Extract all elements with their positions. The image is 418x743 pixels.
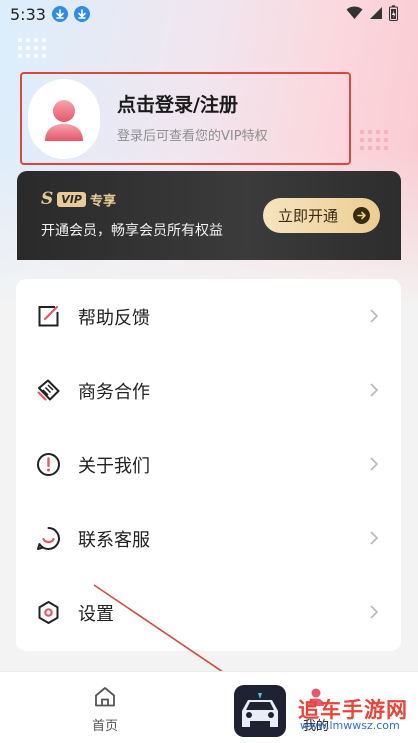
- download-icon: [52, 6, 68, 22]
- user-avatar-icon: [28, 79, 100, 159]
- download-icon: [74, 6, 90, 22]
- menu-list: 帮助反馈 商务合作 关于我们 联系客服 设置: [16, 279, 401, 651]
- chevron-right-icon: [370, 383, 379, 397]
- decor-dots: [18, 38, 46, 58]
- svip-exclusive-label: 专享: [89, 193, 116, 209]
- handshake-icon: [37, 379, 60, 401]
- open-vip-button-label: 立即开通: [278, 207, 339, 225]
- chevron-right-icon: [370, 605, 379, 619]
- feedback-icon: [38, 305, 59, 327]
- menu-item-feedback[interactable]: 帮助反馈: [16, 279, 401, 353]
- vip-description: 开通会员，畅享会员所有权益: [41, 223, 223, 239]
- settings-icon: [38, 601, 59, 624]
- watermark-url: www.lmwwsz.com: [300, 719, 400, 732]
- svip-vip-tag: VIP: [57, 191, 86, 207]
- battery-icon: [389, 5, 398, 21]
- customer-service-icon: [37, 527, 60, 550]
- vip-banner[interactable]: S VIP 专享 开通会员，畅享会员所有权益 立即开通: [17, 171, 401, 260]
- svip-s-mark: S: [41, 189, 54, 209]
- menu-item-label: 商务合作: [78, 382, 150, 403]
- menu-item-about[interactable]: 关于我们: [16, 427, 401, 501]
- status-time: 5:33: [10, 5, 46, 24]
- decor-dots: [360, 130, 388, 150]
- signal-icon: [370, 7, 382, 19]
- chevron-right-icon: [370, 457, 379, 471]
- svip-badge: S VIP 专享: [41, 189, 116, 209]
- arrow-right-icon: [353, 207, 370, 224]
- tab-home-label: 首页: [91, 719, 118, 734]
- watermark-logo: [234, 685, 286, 737]
- menu-item-label: 帮助反馈: [78, 308, 150, 329]
- status-bar: 5:33: [0, 0, 418, 28]
- wifi-icon: [346, 6, 363, 19]
- chevron-right-icon: [370, 531, 379, 545]
- open-vip-button[interactable]: 立即开通: [263, 198, 380, 233]
- home-icon: [95, 687, 115, 707]
- menu-item-business[interactable]: 商务合作: [16, 353, 401, 427]
- login-card[interactable]: 点击登录/注册 登录后可查看您的VIP特权: [20, 72, 351, 165]
- menu-item-label: 联系客服: [78, 530, 150, 551]
- menu-item-settings[interactable]: 设置: [16, 575, 401, 649]
- menu-item-customer-service[interactable]: 联系客服: [16, 501, 401, 575]
- menu-item-label: 关于我们: [78, 456, 150, 477]
- login-title[interactable]: 点击登录/注册: [117, 90, 238, 117]
- login-subtitle: 登录后可查看您的VIP特权: [117, 129, 268, 144]
- tab-home[interactable]: 首页: [82, 682, 128, 734]
- menu-item-label: 设置: [78, 604, 114, 625]
- info-icon: [37, 453, 60, 476]
- chevron-right-icon: [370, 309, 379, 323]
